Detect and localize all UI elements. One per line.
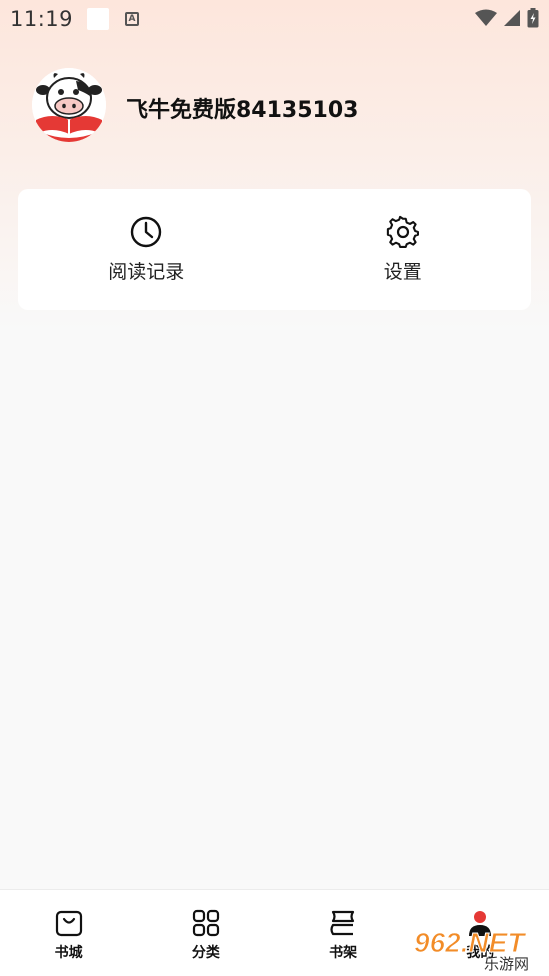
watermark-logo: 962.NET 乐游网 xyxy=(414,927,530,974)
nav-item-category[interactable]: 分类 xyxy=(137,890,274,976)
cow-reading-book-icon xyxy=(32,68,106,142)
bookshelf-icon xyxy=(330,910,355,936)
menu-card: 阅读记录 设置 xyxy=(18,189,531,310)
grid-icon xyxy=(192,909,219,937)
reading-history-label: 阅读记录 xyxy=(108,261,185,283)
a-keyboard-icon: A xyxy=(125,12,140,26)
status-right-icons xyxy=(475,8,539,28)
avatar[interactable] xyxy=(32,68,106,142)
signal-icon xyxy=(504,10,520,26)
settings-label: 设置 xyxy=(383,261,422,283)
username: 飞牛免费版84135103 xyxy=(126,98,359,123)
battery-charging-icon xyxy=(527,8,539,28)
status-time: 11:19 xyxy=(10,7,74,31)
clock-icon xyxy=(131,216,162,248)
nav-label-bookstore: 书城 xyxy=(54,945,83,961)
nav-item-bookstore[interactable]: 书城 xyxy=(0,890,137,976)
watermark-sub: 乐游网 xyxy=(484,955,529,972)
nav-label-bookshelf: 书架 xyxy=(329,945,358,961)
site-watermark: 962.NET 乐游网 xyxy=(412,926,547,974)
settings-button[interactable]: 设置 xyxy=(275,189,532,310)
gear-icon xyxy=(386,215,419,248)
notification-blank-icon xyxy=(87,8,110,30)
status-bar: 11:19 A xyxy=(0,0,549,38)
watermark-brand: 962.NET xyxy=(414,927,527,958)
nav-label-category: 分类 xyxy=(191,945,220,961)
nav-item-bookshelf[interactable]: 书架 xyxy=(275,890,412,976)
reading-history-button[interactable]: 阅读记录 xyxy=(18,189,275,310)
shopping-bag-icon xyxy=(55,910,82,937)
wifi-icon xyxy=(475,9,497,26)
